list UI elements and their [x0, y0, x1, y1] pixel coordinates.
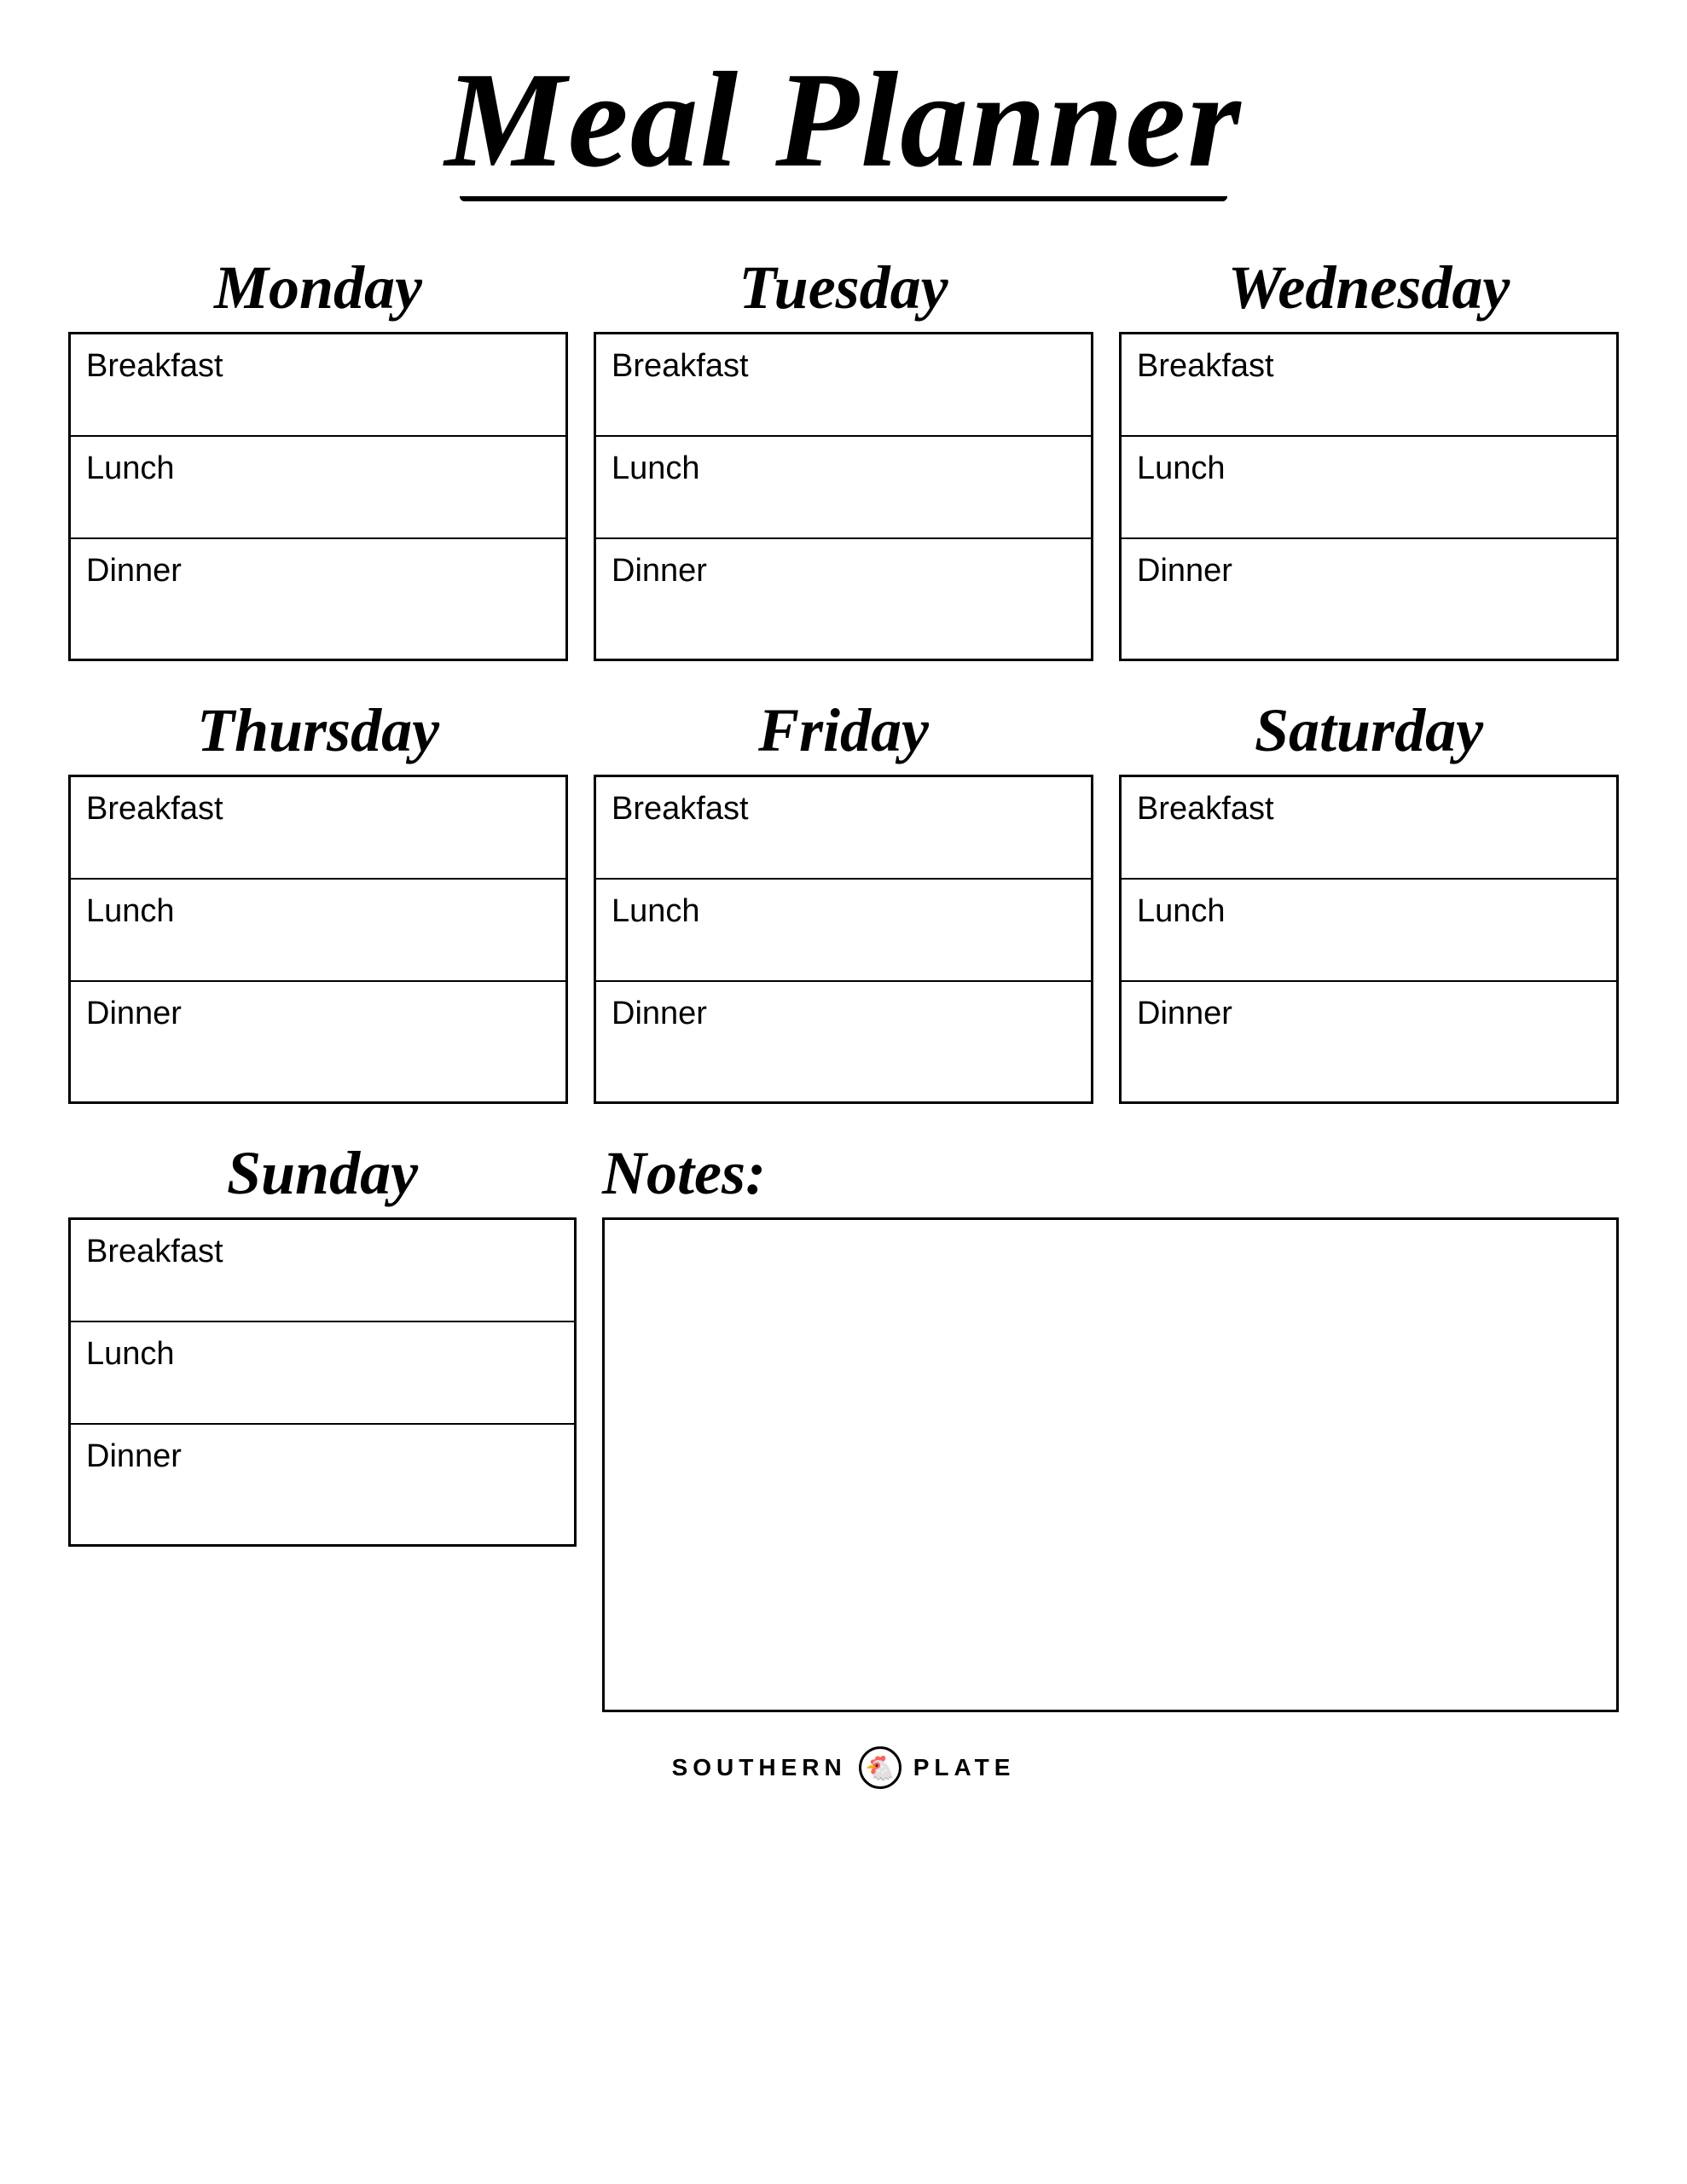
wednesday-dinner-label: Dinner [1137, 553, 1232, 589]
day-box-friday: Breakfast Lunch Dinner [594, 775, 1093, 1104]
sunday-breakfast-row: Breakfast [71, 1220, 574, 1322]
thursday-breakfast-row: Breakfast [71, 777, 565, 880]
day-header-monday: Monday [214, 253, 422, 323]
footer-brand: SOUTHERN [672, 1754, 847, 1781]
wednesday-breakfast-row: Breakfast [1122, 334, 1616, 437]
monday-lunch-label: Lunch [86, 450, 175, 486]
tuesday-dinner-label: Dinner [612, 553, 707, 589]
thursday-lunch-label: Lunch [86, 893, 175, 929]
saturday-breakfast-row: Breakfast [1122, 777, 1616, 880]
day-header-saturday: Saturday [1255, 695, 1483, 766]
friday-breakfast-row: Breakfast [596, 777, 1091, 880]
friday-dinner-row: Dinner [596, 982, 1091, 1101]
sunday-dinner-row: Dinner [71, 1425, 574, 1544]
tuesday-breakfast-row: Breakfast [596, 334, 1091, 437]
thursday-dinner-label: Dinner [86, 996, 182, 1031]
monday-dinner-label: Dinner [86, 553, 182, 589]
day-box-sunday: Breakfast Lunch Dinner [68, 1217, 577, 1547]
friday-dinner-label: Dinner [612, 996, 707, 1031]
day-column-friday: Friday Breakfast Lunch Dinner [594, 695, 1093, 1104]
day-column-monday: Monday Breakfast Lunch Dinner [68, 253, 568, 661]
tuesday-lunch-row: Lunch [596, 437, 1091, 539]
monday-breakfast-label: Breakfast [86, 348, 223, 384]
wednesday-dinner-row: Dinner [1122, 539, 1616, 659]
page-title: Meal Planner [444, 51, 1242, 188]
friday-lunch-row: Lunch [596, 880, 1091, 982]
day-header-thursday: Thursday [197, 695, 439, 766]
wednesday-lunch-row: Lunch [1122, 437, 1616, 539]
day-column-sunday: Sunday Breakfast Lunch Dinner [68, 1138, 577, 1547]
footer: SOUTHERN 🐔 PLATE [672, 1746, 1016, 1789]
monday-dinner-row: Dinner [71, 539, 565, 659]
title-underline [460, 196, 1227, 201]
day-header-sunday: Sunday [227, 1138, 418, 1209]
monday-lunch-row: Lunch [71, 437, 565, 539]
day-box-saturday: Breakfast Lunch Dinner [1119, 775, 1619, 1104]
day-column-tuesday: Tuesday Breakfast Lunch Dinner [594, 253, 1093, 661]
tuesday-dinner-row: Dinner [596, 539, 1091, 659]
saturday-breakfast-label: Breakfast [1137, 791, 1274, 827]
friday-lunch-label: Lunch [612, 893, 700, 929]
bottom-row: Sunday Breakfast Lunch Dinner Notes: [68, 1138, 1619, 1712]
day-box-thursday: Breakfast Lunch Dinner [68, 775, 568, 1104]
saturday-lunch-row: Lunch [1122, 880, 1616, 982]
tuesday-breakfast-label: Breakfast [612, 348, 749, 384]
week-row-1: Monday Breakfast Lunch Dinner Tuesday Br… [68, 253, 1619, 661]
wednesday-lunch-label: Lunch [1137, 450, 1226, 486]
tuesday-lunch-label: Lunch [612, 450, 700, 486]
footer-icon: 🐔 [859, 1746, 901, 1789]
thursday-breakfast-label: Breakfast [86, 791, 223, 827]
footer-brand2: PLATE [913, 1754, 1016, 1781]
day-column-wednesday: Wednesday Breakfast Lunch Dinner [1119, 253, 1619, 661]
day-header-tuesday: Tuesday [739, 253, 948, 323]
sunday-lunch-label: Lunch [86, 1336, 175, 1372]
day-column-saturday: Saturday Breakfast Lunch Dinner [1119, 695, 1619, 1104]
notes-column: Notes: [602, 1138, 1619, 1712]
friday-breakfast-label: Breakfast [612, 791, 749, 827]
sunday-dinner-label: Dinner [86, 1438, 182, 1474]
saturday-dinner-label: Dinner [1137, 996, 1232, 1031]
monday-breakfast-row: Breakfast [71, 334, 565, 437]
day-box-wednesday: Breakfast Lunch Dinner [1119, 332, 1619, 661]
day-box-tuesday: Breakfast Lunch Dinner [594, 332, 1093, 661]
notes-header: Notes: [602, 1138, 766, 1209]
day-header-wednesday: Wednesday [1228, 253, 1510, 323]
thursday-dinner-row: Dinner [71, 982, 565, 1101]
saturday-lunch-label: Lunch [1137, 893, 1226, 929]
sunday-breakfast-label: Breakfast [86, 1234, 223, 1269]
day-column-thursday: Thursday Breakfast Lunch Dinner [68, 695, 568, 1104]
day-box-monday: Breakfast Lunch Dinner [68, 332, 568, 661]
day-header-friday: Friday [758, 695, 929, 766]
week-row-2: Thursday Breakfast Lunch Dinner Friday B… [68, 695, 1619, 1104]
planner-grid: Monday Breakfast Lunch Dinner Tuesday Br… [68, 253, 1619, 1712]
notes-box[interactable] [602, 1217, 1619, 1712]
sunday-lunch-row: Lunch [71, 1322, 574, 1425]
thursday-lunch-row: Lunch [71, 880, 565, 982]
wednesday-breakfast-label: Breakfast [1137, 348, 1274, 384]
saturday-dinner-row: Dinner [1122, 982, 1616, 1101]
